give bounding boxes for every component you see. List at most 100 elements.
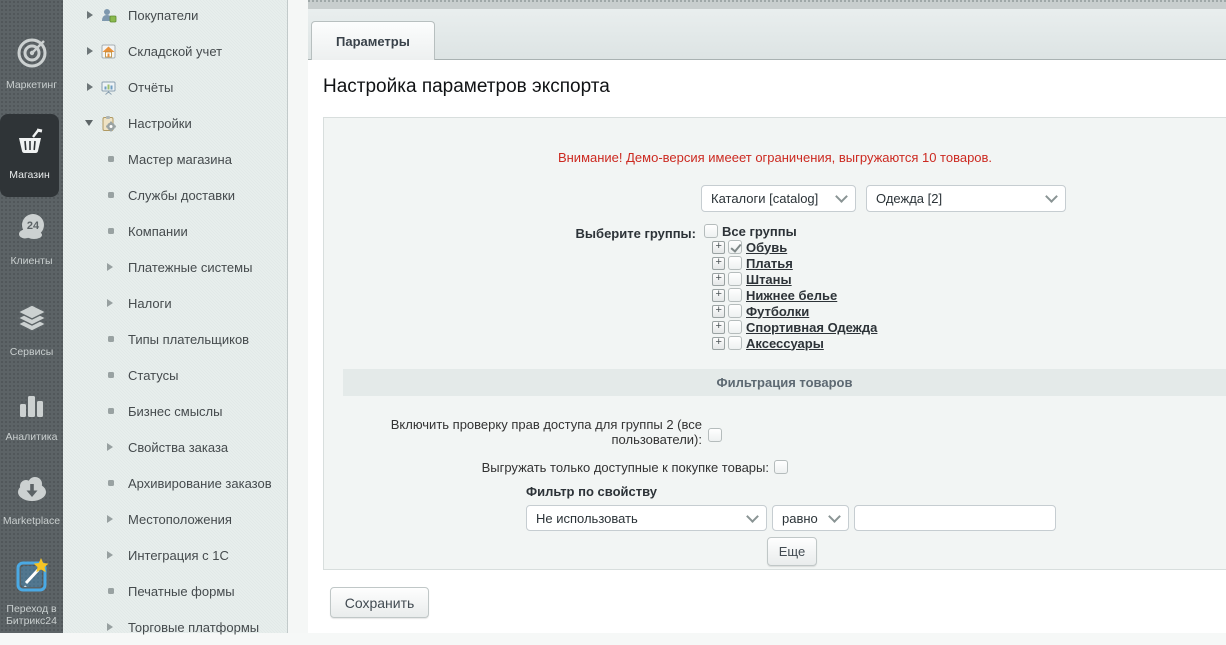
available-only-label: Выгружать только доступные к покупке тов… (409, 460, 769, 475)
menu-item-settings[interactable]: Настройки (63, 105, 287, 141)
menu-item-label[interactable]: Торговые платформы (128, 620, 259, 635)
expand-plus-icon[interactable] (712, 273, 725, 286)
menu-item-label[interactable]: Статусы (128, 368, 178, 383)
catalog-select[interactable]: Каталоги [catalog] (701, 185, 856, 212)
main-content: Параметры Настройка параметров экспорта … (308, 0, 1226, 633)
chevron-down-icon[interactable] (85, 120, 93, 126)
property-select[interactable]: Не использовать (526, 505, 767, 531)
expand-plus-icon[interactable] (712, 305, 725, 318)
menu-item-payer-types[interactable]: Типы плательщиков (63, 321, 287, 357)
tree-row: Нижнее белье (704, 287, 877, 303)
shop-menu-panel: Покупатели Складской учет (63, 0, 288, 633)
menu-item-order-properties[interactable]: Свойства заказа (63, 429, 287, 465)
chevron-right-icon[interactable] (107, 623, 113, 631)
group-link[interactable]: Нижнее белье (746, 288, 837, 303)
save-button[interactable]: Сохранить (330, 587, 429, 618)
menu-item-taxes[interactable]: Налоги (63, 285, 287, 321)
sidebar-item-analytics[interactable]: Аналитика (0, 390, 63, 443)
group-link[interactable]: Спортивная Одежда (746, 320, 877, 335)
menu-item-label[interactable]: Типы плательщиков (128, 332, 249, 347)
menu-list: Покупатели Складской учет (63, 0, 287, 645)
chevron-right-icon[interactable] (87, 11, 93, 19)
sidebar-item-label: Сервисы (0, 346, 63, 358)
menu-item-label[interactable]: Компании (128, 224, 188, 239)
chevron-right-icon[interactable] (87, 47, 93, 55)
menu-item-locations[interactable]: Местоположения (63, 501, 287, 537)
group-checkbox[interactable] (728, 320, 742, 334)
group-checkbox[interactable] (728, 288, 742, 302)
sidebar-item-marketing[interactable]: Маркетинг (0, 36, 63, 91)
tab-parameters[interactable]: Параметры (311, 21, 435, 60)
menu-item-label[interactable]: Свойства заказа (128, 440, 228, 455)
group-link[interactable]: Аксессуары (746, 336, 824, 351)
menu-item-label[interactable]: Мастер магазина (128, 152, 232, 167)
expand-plus-icon[interactable] (712, 321, 725, 334)
group-checkbox[interactable] (728, 272, 742, 286)
tree-row: Спортивная Одежда (704, 319, 877, 335)
sidebar-item-marketplace[interactable]: Marketplace (0, 474, 63, 527)
group-link[interactable]: Футболки (746, 304, 809, 319)
menu-item-customers[interactable]: Покупатели (63, 0, 287, 33)
menu-item-companies[interactable]: Компании (63, 213, 287, 249)
tree-row: Обувь (704, 239, 877, 255)
menu-item-label[interactable]: Архивирование заказов (128, 476, 272, 491)
menu-item-print-forms[interactable]: Печатные формы (63, 573, 287, 609)
bullet-icon (108, 156, 114, 162)
menu-item-label[interactable]: Отчёты (128, 80, 173, 95)
chevron-right-icon[interactable] (107, 263, 113, 271)
group-link[interactable]: Обувь (746, 240, 787, 255)
chevron-right-icon[interactable] (107, 299, 113, 307)
menu-item-order-archiving[interactable]: Архивирование заказов (63, 465, 287, 501)
tree-row-all-groups: Все группы (704, 223, 877, 239)
expand-plus-icon[interactable] (712, 241, 725, 254)
menu-item-label[interactable]: Бизнес смыслы (128, 404, 223, 419)
menu-item-reports[interactable]: Отчёты (63, 69, 287, 105)
more-button[interactable]: Еще (767, 537, 817, 566)
menu-item-label[interactable]: Налоги (128, 296, 172, 311)
menu-item-label[interactable]: Настройки (128, 116, 192, 131)
menu-item-delivery-services[interactable]: Службы доставки (63, 177, 287, 213)
sidebar-item-services[interactable]: Сервисы (0, 303, 63, 358)
sidebar-item-clients[interactable]: 24 Клиенты (0, 210, 63, 267)
menu-item-label[interactable]: Складской учет (128, 44, 222, 59)
section-select[interactable]: Одежда [2] (866, 185, 1066, 212)
all-groups-checkbox[interactable] (704, 224, 718, 238)
bitrix24-icon (14, 556, 50, 599)
sidebar-item-shop[interactable]: Магазин (0, 114, 59, 197)
catalog-select-value: Каталоги [catalog] (711, 191, 818, 206)
chevron-right-icon[interactable] (107, 515, 113, 523)
group-checkbox[interactable] (728, 336, 742, 350)
menu-item-label[interactable]: Платежные системы (128, 260, 252, 275)
menu-item-label[interactable]: Покупатели (128, 8, 198, 23)
menu-item-shop-wizard[interactable]: Мастер магазина (63, 141, 287, 177)
group-checkbox[interactable] (728, 256, 742, 270)
operator-select[interactable]: равно (772, 505, 849, 531)
group-label[interactable]: Все группы (722, 224, 797, 239)
menu-item-statuses[interactable]: Статусы (63, 357, 287, 393)
expand-plus-icon[interactable] (712, 337, 725, 350)
available-only-checkbox[interactable] (774, 460, 788, 474)
chevron-right-icon[interactable] (107, 443, 113, 451)
access-check-label: Включить проверку прав доступа для групп… (372, 417, 702, 447)
menu-item-business-meanings[interactable]: Бизнес смыслы (63, 393, 287, 429)
group-link[interactable]: Штаны (746, 272, 792, 287)
menu-item-payment-systems[interactable]: Платежные системы (63, 249, 287, 285)
chevron-right-icon[interactable] (107, 551, 113, 559)
menu-item-label[interactable]: Интеграция с 1С (128, 548, 229, 563)
expand-plus-icon[interactable] (712, 257, 725, 270)
group-checkbox[interactable] (728, 304, 742, 318)
group-link[interactable]: Платья (746, 256, 793, 271)
expand-plus-icon[interactable] (712, 289, 725, 302)
menu-item-label[interactable]: Печатные формы (128, 584, 235, 599)
sidebar-item-bitrix24[interactable]: Переход в Битрикс24 (0, 556, 63, 627)
menu-item-label[interactable]: Службы доставки (128, 188, 235, 203)
warehouse-icon (100, 43, 117, 60)
chevron-right-icon[interactable] (87, 83, 93, 91)
menu-item-label[interactable]: Местоположения (128, 512, 232, 527)
menu-item-warehouse[interactable]: Складской учет (63, 33, 287, 69)
menu-item-1c-integration[interactable]: Интеграция с 1С (63, 537, 287, 573)
access-check-checkbox[interactable] (708, 428, 722, 442)
group-checkbox[interactable] (728, 240, 742, 254)
menu-item-trading-platforms[interactable]: Торговые платформы (63, 609, 287, 645)
property-value-input[interactable] (854, 505, 1056, 531)
